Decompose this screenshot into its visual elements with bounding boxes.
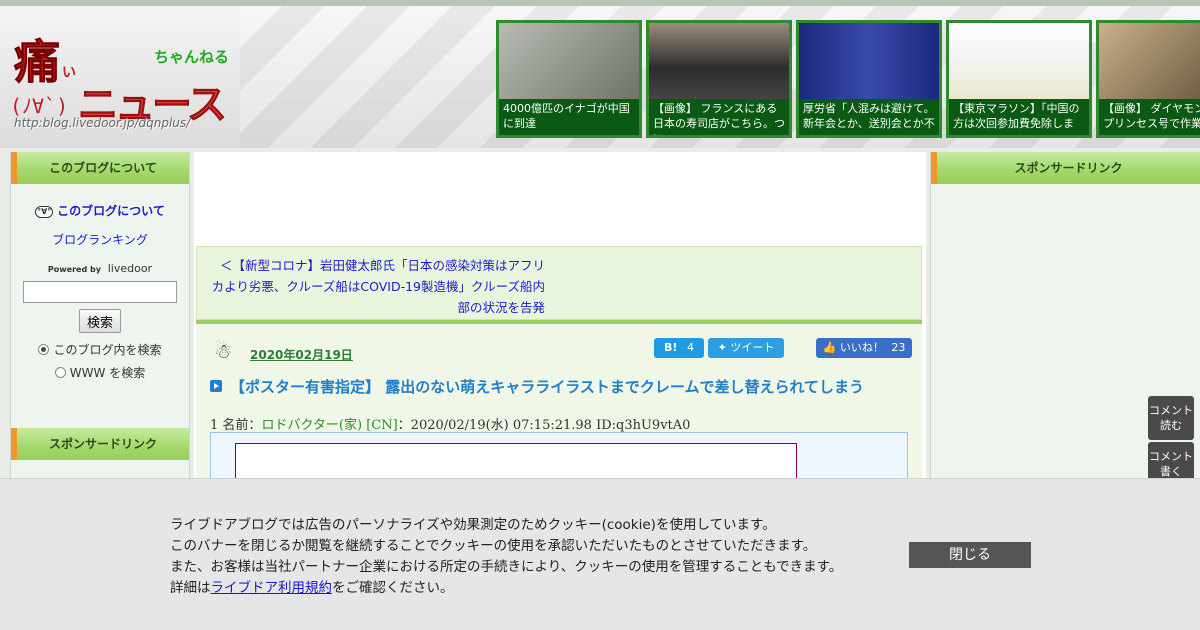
thumbnail-image [499,23,639,99]
thumbnail-image [649,23,789,99]
thumbnail-link[interactable]: 【画像】 フランスにある日本の寿司店がこちら。つい [646,20,792,138]
read-comments-label: コメント 読む [1149,404,1193,432]
thumbs-up-icon: 👍 [822,341,837,354]
prev-article-box: ＜【新型コロナ】岩田健太郎氏「日本の感染対策はアフリカより劣悪、クルーズ船はCO… [196,246,922,320]
author-avatar-icon: ☃ [214,339,232,363]
radio-blog-row[interactable]: このブログ内を検索 [21,341,179,358]
article-date[interactable]: 2020年02月19日 [250,346,353,363]
prev-article-link[interactable]: ＜【新型コロナ】岩田健太郎氏「日本の感染対策はアフリカより劣悪、クルーズ船はCO… [209,255,545,318]
like-label: いいね！ [839,341,884,354]
cookie-line-2: このバナーを閉じるか閲覧を継続することでクッキーの使用を承認いただいたものとさせ… [170,538,817,554]
radio-www-row[interactable]: WWW を検索 [21,364,179,381]
radio-blog[interactable] [38,344,50,355]
face-icon: °∀° [35,205,54,218]
article-title-row: 【ポスター有害指定】 露出のない萌えキャラライラストまでクレームで差し替えられて… [210,376,864,397]
read-comments-button[interactable]: コメント 読む [1148,396,1194,440]
search-button[interactable]: 検索 [79,309,121,333]
cookie-line-4-prefix: 詳細は [170,580,211,596]
cookie-line-3: また、お客様は当社パートナー企業における所定の手続きにより、クッキーの使用を管理… [170,559,843,575]
twitter-icon: ✦ [717,341,727,354]
logo-kanji-sub: い [62,65,76,81]
cookie-message: ライブドアブログでは広告のパーソナライズや効果測定のためクッキー(cookie)… [170,515,842,599]
powered-by-label: Powered by [47,265,101,274]
cookie-line-4: 詳細はライブドア利用規約をご確認ください。 [170,578,842,599]
livedoor-logo[interactable]: livedoor [108,262,152,275]
hatena-icon: B! [664,341,678,354]
search-row [21,281,179,309]
tweet-label: ツイート [730,341,775,354]
hatena-count: 4 [686,341,694,354]
res-meta: ：2020/02/19(水) 07:15:21.98 ID:q3hU9vtA0 [397,418,691,433]
about-heading: このブログについて [11,152,189,184]
write-comments-label: コメント 書く [1149,450,1193,478]
res-header: 1 名前：ロドバクター(家) [CN]：2020/02/19(水) 07:15:… [210,414,690,433]
thumbnail-image [949,23,1089,99]
powered-by: Powered by livedoor [21,262,179,275]
thumbnail-caption: 【画像】 ダイヤモンド・プリンセス号で作業す [1103,102,1200,130]
logo-chan: ちゃんねる [154,48,230,66]
logo-face: (ﾉ∀`) [10,94,69,118]
radio-www[interactable] [54,367,66,378]
thumbnail-caption: 4000億匹のイナゴが中国に到達 [503,102,630,130]
ranking-row: ブログランキング [21,231,179,248]
header-thumbnails: 4000億匹のイナゴが中国に到達 【画像】 フランスにある日本の寿司店がこちら。… [496,20,1200,140]
terms-link[interactable]: ライブドア利用規約 [211,580,333,596]
thumbnail-caption: 【画像】 フランスにある日本の寿司店がこちら。つい [653,102,785,135]
tweet-button[interactable]: ✦ ツイート [708,338,784,358]
thumbnail-link[interactable]: 【東京マラソン】「中国の方は次回参加費免除しま [946,20,1092,138]
res-label: 名前： [222,418,262,433]
cookie-line-1: ライブドアブログでは広告のパーソナライズや効果測定のためクッキー(cookie)… [170,517,776,533]
cookie-close-button[interactable]: 閉じる [909,542,1031,568]
thumbnail-link[interactable]: 【画像】 ダイヤモンド・プリンセス号で作業す [1096,20,1200,138]
thumbnail-link[interactable]: 4000億匹のイナゴが中国に到達 [496,20,642,138]
thumbnail-caption: 【東京マラソン】「中国の方は次回参加費免除しま [953,102,1080,130]
ranking-link[interactable]: ブログランキング [52,233,148,247]
search-input[interactable] [23,281,177,303]
radio-blog-label: このブログ内を検索 [53,343,162,357]
ad-space [194,152,926,246]
article-title[interactable]: 【ポスター有害指定】 露出のない萌えキャラライラストまでクレームで差し替えられて… [230,378,864,396]
logo-kanji: 痛 [14,35,61,90]
radio-www-label: WWW を検索 [69,366,146,380]
right-sponsor-heading: スポンサードリンク [931,152,1200,184]
cookie-banner: ライブドアブログでは広告のパーソナライズや効果測定のためクッキー(cookie)… [0,478,1200,630]
site-logo[interactable]: 痛 い ちゃんねる ニュース (ﾉ∀`) http:blog.livedoor.… [8,24,238,136]
left-sponsor-heading: スポンサードリンク [11,428,189,460]
logo-url: http:blog.livedoor.jp/dqnplus/ [14,116,191,130]
res-name: ロドバクター(家) [CN] [261,418,398,433]
thumbnail-image [799,23,939,99]
play-icon [210,380,222,392]
res-number: 1 [210,418,219,433]
cookie-line-4-suffix: をご確認ください。 [332,580,454,596]
about-link[interactable]: このブログについて [57,204,165,218]
search-button-row: 検索 [21,309,179,341]
about-row: °∀° このブログについて [21,202,179,219]
thumbnail-image [1099,23,1200,99]
like-count: 23 [891,341,906,354]
about-section: °∀° このブログについて ブログランキング Powered by livedoo… [11,184,189,397]
thumbnail-link[interactable]: 厚労省「人混みは避けて。新年会とか、送別会とか不 [796,20,942,138]
hatena-bookmark-button[interactable]: B! 4 [654,338,704,358]
thumbnail-caption: 厚労省「人混みは避けて。新年会とか、送別会とか不 [803,102,935,130]
facebook-like-button[interactable]: 👍 いいね！ 23 [816,338,912,358]
site-header: 痛 い ちゃんねる ニュース (ﾉ∀`) http:blog.livedoor.… [0,0,1200,148]
